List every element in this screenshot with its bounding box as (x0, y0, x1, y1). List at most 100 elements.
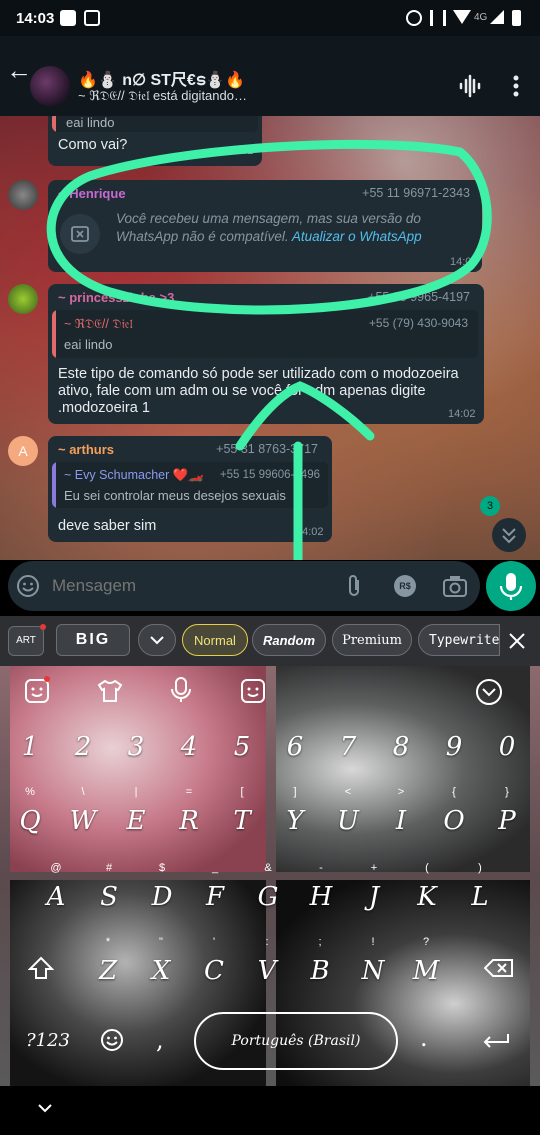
message-input-bar[interactable]: R$ (8, 561, 480, 611)
key-9[interactable]: 9 (434, 732, 474, 762)
font-premium[interactable]: Premium (332, 624, 412, 656)
key-hint: - (319, 862, 323, 874)
comma-key[interactable]: , (156, 1026, 164, 1054)
message-input[interactable] (52, 573, 282, 599)
key-hint: * (105, 936, 111, 948)
alarm-icon (406, 10, 422, 26)
key-hint: } (505, 786, 509, 798)
close-icon[interactable] (508, 632, 526, 650)
key-b[interactable]: B (300, 956, 340, 986)
group-avatar[interactable] (30, 66, 70, 106)
key-hint: ; (318, 936, 322, 948)
big-font-button[interactable]: BIG (56, 624, 130, 656)
network-type-label: 4G (474, 12, 488, 23)
space-bar[interactable]: Português (Brasil) (194, 1012, 398, 1070)
art-button[interactable]: ART (8, 626, 44, 656)
key-y[interactable]: Y (275, 806, 315, 836)
period-key[interactable]: . (420, 1024, 428, 1052)
key-t[interactable]: T (222, 806, 262, 836)
keyboard: 1 2 3 4 5 6 7 8 9 0 Q% W \ E | R = T [Y] U < I > O {P} A @ S # D $ F _ G &… (0, 666, 540, 1086)
backspace-icon[interactable] (484, 958, 514, 978)
key-8[interactable]: 8 (381, 732, 421, 762)
key-m[interactable]: M (406, 956, 446, 986)
microphone-icon (499, 573, 523, 600)
key-h[interactable]: H (301, 882, 341, 912)
emoji-key-icon[interactable] (100, 1028, 124, 1052)
back-arrow-icon[interactable]: ← (6, 57, 32, 83)
key-7[interactable]: 7 (328, 732, 368, 762)
voice-message-button[interactable] (486, 561, 536, 611)
key-z[interactable]: Z (88, 956, 128, 986)
key-hint: % (25, 786, 35, 798)
key-hint: ' (212, 936, 216, 948)
key-4[interactable]: 4 (169, 732, 209, 762)
shirt-theme-icon[interactable] (96, 678, 124, 704)
key-hint: # (105, 862, 113, 874)
key-x[interactable]: X (141, 956, 181, 986)
key-hint: @ (50, 862, 62, 874)
battery-icon (512, 10, 521, 26)
collapse-keyboard-icon[interactable] (475, 678, 503, 706)
key-hint: > (397, 786, 405, 798)
key-r[interactable]: R (169, 806, 209, 836)
key-d[interactable]: D (142, 882, 182, 912)
navigation-bar (0, 1086, 540, 1135)
key-3[interactable]: 3 (116, 732, 156, 762)
menu-dots-icon[interactable] (506, 74, 526, 98)
key-i[interactable]: I (381, 806, 421, 836)
key-2[interactable]: 2 (63, 732, 103, 762)
key-j[interactable]: J (354, 882, 394, 912)
notification-icon (60, 10, 76, 26)
key-w[interactable]: W (63, 806, 103, 836)
key-hint: ] (293, 786, 297, 798)
font-random[interactable]: Random (252, 624, 326, 656)
key-k[interactable]: K (407, 882, 447, 912)
camera-icon[interactable] (442, 574, 468, 598)
key-hint: $ (158, 862, 166, 874)
hide-keyboard-chevron-icon[interactable] (36, 1102, 54, 1114)
chat-area[interactable]: eai lindo Como vai? 14:02 ~ Henrique +55… (0, 116, 540, 560)
key-6[interactable]: 6 (275, 732, 315, 762)
voice-chat-icon[interactable] (458, 74, 482, 98)
font-normal[interactable]: Normal (182, 624, 248, 656)
key-p[interactable]: P (487, 806, 527, 836)
chat-title[interactable]: 🔥⛄ n∅ ST尺€ട⛄🔥 (78, 66, 245, 90)
shift-icon[interactable] (28, 956, 54, 980)
key-hint: ) (478, 862, 482, 874)
key-hint: ( (425, 862, 429, 874)
attach-icon[interactable] (342, 573, 366, 599)
sticker-icon[interactable] (240, 678, 266, 704)
key-f[interactable]: F (195, 882, 235, 912)
key-u[interactable]: U (328, 806, 368, 836)
key-o[interactable]: O (434, 806, 474, 836)
payment-icon[interactable]: R$ (394, 575, 416, 597)
key-e[interactable]: E (116, 806, 156, 836)
signal-icon (490, 10, 504, 24)
key-l[interactable]: L (460, 882, 500, 912)
space-bar-label: Português (Brasil) (231, 1033, 361, 1049)
enter-icon[interactable] (482, 1032, 510, 1048)
font-typewriter[interactable]: Typewrite (418, 624, 500, 656)
key-s[interactable]: S (89, 882, 129, 912)
key-hint: ! (371, 936, 375, 948)
key-n[interactable]: N (353, 956, 393, 986)
key-hint: [ (240, 786, 244, 798)
key-q[interactable]: Q (10, 806, 50, 836)
key-a[interactable]: A (36, 882, 76, 912)
voice-typing-icon[interactable] (170, 676, 192, 704)
font-dropdown-button[interactable] (138, 624, 176, 656)
key-hint: & (264, 862, 272, 874)
key-1[interactable]: 1 (10, 732, 50, 762)
emoji-icon[interactable] (16, 574, 40, 598)
typing-status: ~ ℜ𝔇𝔈// 𝔇𝔦𝔢𝔩 está digitando… (78, 88, 247, 103)
key-hint: { (452, 786, 456, 798)
key-hint: ? (422, 936, 430, 948)
key-5[interactable]: 5 (222, 732, 262, 762)
symbols-key[interactable]: ?123 (26, 1030, 70, 1051)
key-hint: < (344, 786, 352, 798)
key-0[interactable]: 0 (487, 732, 527, 762)
key-v[interactable]: V (247, 956, 287, 986)
key-g[interactable]: G (248, 882, 288, 912)
key-c[interactable]: C (194, 956, 234, 986)
key-hint: = (185, 786, 193, 798)
